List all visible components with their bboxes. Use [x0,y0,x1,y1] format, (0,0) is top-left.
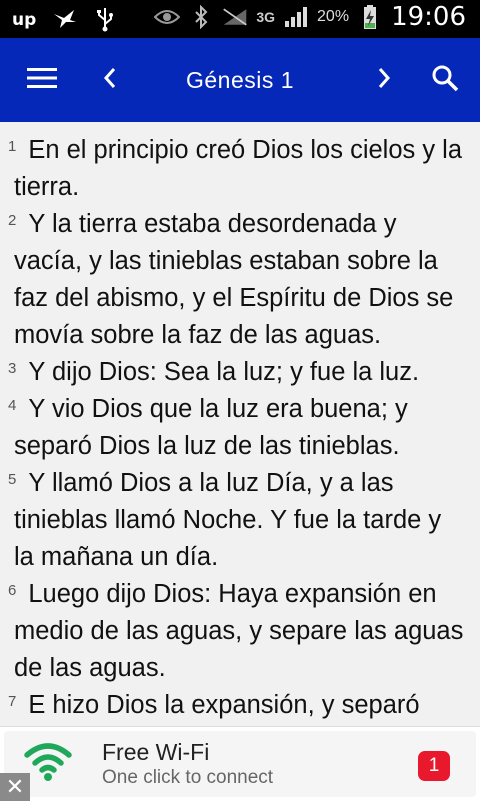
verse-number: 2 [8,212,17,229]
system-icons: 3G 20% 19:06 [154,2,466,32]
usb-icon [92,6,118,32]
verse-text: En el principio creó Dios los cielos y l… [14,136,463,201]
ad-subtitle: One click to connect [102,767,274,788]
verse-number: 1 [8,138,17,155]
verse-number: 7 [8,693,17,710]
chevron-left-icon [103,67,117,94]
verse[interactable]: 3 Y dijo Dios: Sea la luz; y fue la luz. [8,354,468,391]
verse-text: E hizo Dios la expansión, y separó [28,691,420,719]
status-bar: up 3G 20% 19:06 [0,0,480,38]
verse-text: Luego dijo Dios: Haya expansión en medio… [14,580,464,682]
clock: 19:06 [391,2,466,32]
search-button[interactable] [420,38,470,122]
signal-strength-icon [283,4,309,30]
notification-icons: up [12,6,118,32]
verse[interactable]: 2Y la tierra estaba desordenada y vacía,… [8,206,468,354]
next-chapter-button[interactable] [362,38,406,122]
notification-badge: 1 [418,751,450,781]
chapter-content[interactable]: 1 En el principio creó Dios los cielos y … [0,122,480,726]
page-title: Génesis 1 [185,66,295,93]
search-icon [431,64,459,97]
verse-text: Y la tierra estaba desordenada y vacía, … [14,210,454,349]
battery-percent: 20% [317,8,350,25]
previous-chapter-button[interactable] [88,38,132,122]
eye-icon [154,4,181,30]
upwork-icon: up [12,6,38,32]
chevron-right-icon [377,67,391,94]
ad-title: Free Wi-Fi [102,739,210,765]
no-signal-icon [222,4,248,30]
network-type: 3G [256,9,276,25]
verse[interactable]: 1 En el principio creó Dios los cielos y … [8,132,468,206]
verse[interactable]: 4Y vio Dios que la luz era buena; y sepa… [8,391,468,465]
wifi-icon [24,741,72,788]
bluetooth-icon [188,4,214,30]
verse-number: 5 [8,471,17,488]
svg-text:up: up [12,10,36,29]
verse-list: 1 En el principio creó Dios los cielos y … [0,122,480,724]
verse-number: 3 [8,360,17,377]
ad-card[interactable]: Free Wi-Fi One click to connect 1 [4,731,476,797]
verse-text: Y dijo Dios: Sea la luz; y fue la luz. [28,358,420,386]
bird-notification-icon [52,6,78,32]
verse[interactable]: 5Y llamó Dios a la luz Día, y a las tini… [8,465,468,576]
verse-text: Y llamó Dios a la luz Día, y a las tinie… [14,469,442,571]
app-bar: Génesis 1 [0,38,480,122]
verse-number: 4 [8,397,17,414]
verse-number: 6 [8,582,17,599]
close-ad-button[interactable]: ✕ [0,773,30,801]
verse[interactable]: 7 E hizo Dios la expansión, y separó [8,687,468,724]
hamburger-icon [27,67,57,94]
menu-button[interactable] [14,38,70,122]
battery-charging-icon [357,4,383,30]
verse-text: Y vio Dios que la luz era buena; y separ… [14,395,408,460]
verse[interactable]: 6 Luego dijo Dios: Haya expansión en medi… [8,576,468,687]
ad-banner[interactable]: Free Wi-Fi One click to connect 1 ✕ [0,726,480,801]
